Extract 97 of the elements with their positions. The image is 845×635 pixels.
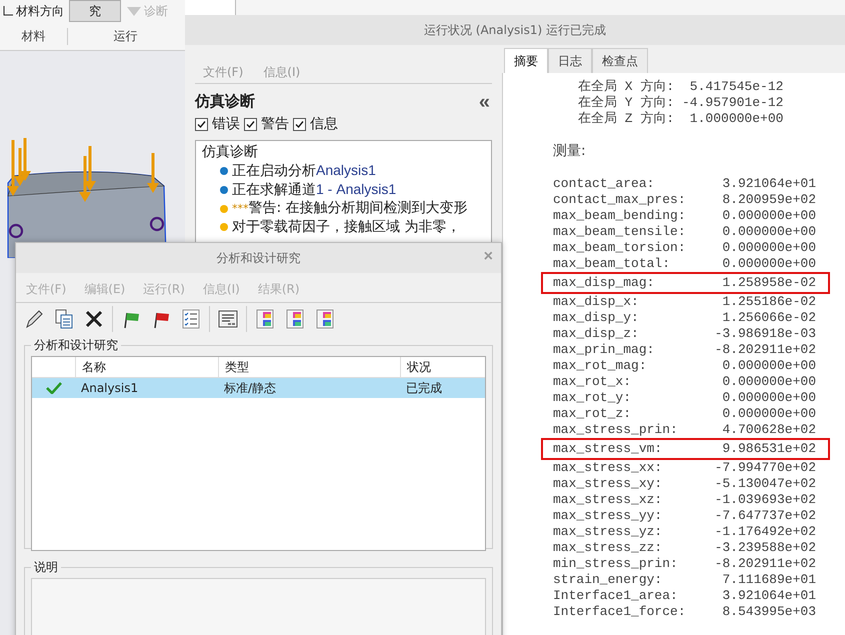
measure-value: 7.111689e+01 (722, 572, 816, 588)
measure-name: strain_energy: (553, 572, 662, 588)
measure-name: Interface1_force: (553, 604, 686, 620)
measure-value: -5.130047e+02 (714, 476, 816, 492)
measure-name: contact_max_pres: (553, 192, 686, 208)
measure-name: max_disp_mag: (553, 275, 654, 291)
measure-value: 0.000000e+00 (722, 240, 816, 256)
document-icon (54, 309, 74, 329)
measure-name: max_stress_yz: (553, 524, 662, 540)
measure-value: 0.000000e+00 (722, 406, 816, 422)
measure-value: 3.921064e+01 (722, 176, 816, 192)
tree-item[interactable]: 对于零载荷因子，接触区域 为非零， (232, 218, 460, 236)
measure-value: 0.000000e+00 (722, 390, 816, 406)
checklist-icon (181, 309, 201, 329)
measure-value: 0.000000e+00 (722, 256, 816, 272)
measure-name: max_disp_y: (553, 310, 639, 326)
measure-value: 3.921064e+01 (722, 588, 816, 604)
measure-name: max_stress_vm: (553, 441, 662, 457)
color-list-icon (255, 309, 275, 329)
load-line: 在全局 X 方向: 5.417545e-12 (577, 79, 784, 95)
measure-name: max_disp_x: (553, 294, 639, 310)
ribbon-button[interactable]: 究 (69, 0, 121, 22)
measure-value: -7.647737e+02 (714, 508, 816, 524)
measure-name: max_rot_z: (553, 406, 632, 422)
dialog-title: 分析和设计研究 (216, 250, 300, 266)
load-line: 在全局 Z 方向: 1.000000e+00 (577, 111, 784, 127)
measure-name: max_beam_torsion: (553, 240, 686, 256)
tree-item[interactable]: 正在求解通道1 - Analysis1 (232, 180, 396, 199)
tab[interactable]: 检查点 (592, 48, 648, 73)
measure-value: 0.000000e+00 (722, 374, 816, 390)
section-heading: 测量: (553, 143, 587, 159)
ribbon-group-label: 运行 (112, 28, 138, 45)
column-header[interactable]: 类型 (218, 357, 400, 377)
measure-name: max_beam_total: (553, 256, 670, 272)
measure-value: 9.986531e+02 (722, 441, 816, 457)
measure-name: min_stress_prin: (553, 556, 678, 572)
measure-value: 4.700628e+02 (722, 422, 816, 438)
toolbar-button[interactable] (216, 309, 240, 329)
tab[interactable]: 日志 (548, 48, 592, 73)
ribbon-group-label: 材料 (0, 28, 68, 45)
tab[interactable]: 摘要 (504, 48, 548, 73)
measure-name: max_disp_z: (553, 326, 639, 342)
measure-name: Interface1_area: (553, 588, 678, 604)
measure-name: max_stress_xy: (553, 476, 662, 492)
measure-name: max_rot_x: (553, 374, 632, 390)
column-header[interactable]: 名称 (75, 357, 218, 377)
measure-value: 8.200959e+02 (722, 192, 816, 208)
measure-value: -1.039693e+02 (714, 492, 816, 508)
color-list-icon (315, 309, 335, 329)
measure-name: max_beam_bending: (553, 208, 686, 224)
table-cell-text: 标准/静态 (223, 380, 278, 396)
table-row[interactable]: Analysis1 标准/静态 已完成 (32, 378, 485, 398)
filter-checkbox[interactable]: 警告 (244, 115, 289, 133)
tree-item[interactable]: 仿真诊断 (202, 143, 485, 161)
measure-name: max_beam_tensile: (553, 224, 686, 240)
measure-name: max_stress_prin: (553, 422, 678, 438)
color-list-icon (285, 309, 305, 329)
measure-name: max_rot_y: (553, 390, 632, 406)
measure-name: max_rot_mag: (553, 358, 647, 374)
measure-value: -3.986918e-03 (714, 326, 816, 342)
panel-title: 仿真诊断 (195, 92, 255, 111)
ribbon-button[interactable]: 材料方向 (0, 0, 66, 22)
group-title: 说明 (33, 559, 59, 576)
measure-value: 8.543995e+03 (722, 604, 816, 620)
measure-value: 0.000000e+00 (722, 208, 816, 224)
panel-icon (218, 309, 238, 329)
table-cell-text: Analysis1 (80, 381, 140, 395)
axis-icon (2, 5, 14, 17)
measure-value: -7.994770e+02 (714, 460, 816, 476)
filter-checkbox[interactable]: 错误 (195, 115, 240, 133)
measure-value: -1.176492e+02 (714, 524, 816, 540)
delete-icon (84, 309, 104, 329)
collapse-button[interactable]: « (476, 92, 492, 110)
notes-field[interactable] (31, 578, 486, 635)
measure-value: -8.202911e+02 (714, 342, 816, 358)
column-header[interactable]: 状况 (400, 357, 485, 377)
measure-value: 0.000000e+00 (722, 224, 816, 240)
measure-value: -8.202911e+02 (714, 556, 816, 572)
tree-item[interactable]: ***警告: 在接触分析期间检测到大变形 (232, 199, 468, 218)
pencil-icon (24, 309, 44, 329)
measure-name: contact_area: (553, 176, 654, 192)
window-title: 运行状况 (Analysis1) 运行已完成 (424, 22, 606, 38)
filter-checkbox[interactable]: 信息 (293, 115, 338, 133)
measure-value: 1.256066e-02 (722, 310, 816, 326)
measure-name: max_prin_mag: (553, 342, 654, 358)
group-title: 分析和设计研究 (33, 337, 119, 354)
measure-name: max_stress_xx: (553, 460, 662, 476)
measure-value: 1.255186e-02 (722, 294, 816, 310)
measure-name: max_stress_yy: (553, 508, 662, 524)
measure-name: max_stress_xz: (553, 492, 662, 508)
measure-value: 0.000000e+00 (722, 358, 816, 374)
table-cell-text: 已完成 (405, 380, 443, 396)
tree-item[interactable]: 正在启动分析Analysis1 (232, 161, 376, 180)
measure-value: 1.258958e-02 (722, 275, 816, 291)
measure-value: -3.239588e+02 (714, 540, 816, 556)
measure-name: max_stress_zz: (553, 540, 662, 556)
load-line: 在全局 Y 方向: -4.957901e-12 (577, 95, 784, 111)
